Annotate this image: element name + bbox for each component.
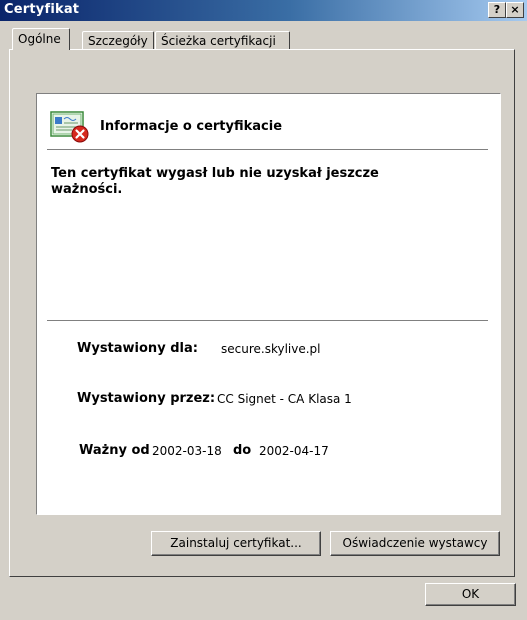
title-bar[interactable]: Certyfikat ? ×: [0, 0, 527, 21]
ok-button[interactable]: OK: [425, 583, 516, 606]
tab-details[interactable]: Szczegóły: [82, 31, 154, 49]
install-certificate-button[interactable]: Zainstaluj certyfikat...: [151, 531, 321, 556]
close-button[interactable]: ×: [506, 2, 524, 18]
valid-from-value: 2002-03-18: [152, 444, 222, 458]
valid-from-label: Ważny od: [79, 443, 150, 458]
issued-by-value: CC Signet - CA Klasa 1: [217, 392, 352, 406]
status-message: Ten certyfikat wygasł lub nie uzyskał je…: [51, 166, 379, 197]
issuer-statement-button[interactable]: Oświadczenie wystawcy: [330, 531, 500, 556]
error-x-icon: [71, 125, 89, 143]
certificate-icon: [50, 111, 89, 143]
issued-to-label: Wystawiony dla:: [77, 341, 198, 356]
help-button[interactable]: ?: [488, 2, 506, 18]
window-title: Certyfikat: [4, 2, 80, 17]
valid-to-label: do: [233, 443, 252, 458]
info-heading: Informacje o certyfikacie: [100, 119, 283, 134]
tab-certification-path[interactable]: Ścieżka certyfikacji: [155, 31, 290, 49]
tab-general[interactable]: Ogólne: [12, 28, 70, 50]
certificate-info-box: Informacje o certyfikacie Ten certyfikat…: [36, 93, 501, 515]
divider: [47, 149, 488, 150]
divider: [47, 320, 488, 321]
issued-to-value: secure.skylive.pl: [221, 342, 321, 356]
issued-by-label: Wystawiony przez:: [77, 391, 216, 406]
valid-to-value: 2002-04-17: [259, 444, 329, 458]
